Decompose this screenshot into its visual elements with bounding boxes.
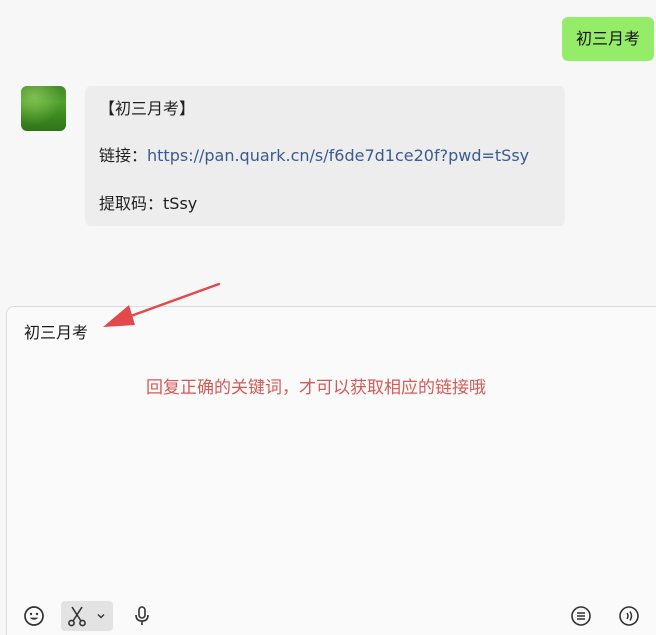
voice-message-button[interactable] — [127, 601, 157, 631]
emoji-button[interactable] — [19, 601, 49, 631]
share-link[interactable]: https://pan.quark.cn/s/f6de7d1ce20f?pwd=… — [147, 146, 529, 165]
chat-message-area: 初三月考 【初三月考】 链接：https://pan.quark.cn/s/f6… — [0, 0, 656, 306]
incoming-message-bubble[interactable]: 【初三月考】 链接：https://pan.quark.cn/s/f6de7d1… — [85, 86, 565, 226]
code-value: tSsy — [163, 194, 198, 213]
voice-input-button[interactable] — [614, 601, 644, 631]
chevron-down-icon[interactable] — [95, 610, 107, 622]
sender-avatar[interactable] — [21, 86, 66, 131]
avatar-image — [21, 86, 66, 131]
message-link-line: 链接：https://pan.quark.cn/s/f6de7d1ce20f?p… — [99, 145, 529, 167]
scissors-icon — [68, 606, 86, 627]
message-title: 【初三月考】 — [99, 99, 196, 118]
microphone-icon — [135, 606, 149, 625]
emoji-icon — [24, 606, 44, 626]
outgoing-message-bubble[interactable]: 初三月考 — [561, 17, 654, 61]
code-label: 提取码： — [99, 194, 164, 213]
link-label: 链接： — [99, 146, 148, 165]
message-code-line: 提取码：tSsy — [99, 193, 197, 215]
screenshot-button[interactable] — [61, 601, 113, 631]
outgoing-message-text: 初三月考 — [575, 29, 640, 48]
chat-history-button[interactable] — [566, 601, 596, 631]
message-input-area[interactable]: 初三月考 — [6, 306, 656, 635]
message-input-text[interactable]: 初三月考 — [24, 321, 88, 345]
annotation-text: 回复正确的关键词，才可以获取相应的链接哦 — [146, 378, 486, 398]
chat-history-icon — [571, 606, 591, 626]
voice-input-icon — [619, 606, 639, 626]
